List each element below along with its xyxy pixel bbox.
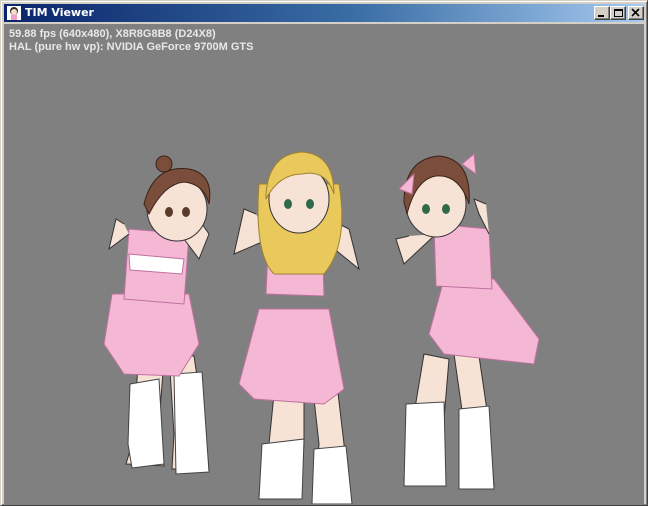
window-title: TIM Viewer xyxy=(25,6,94,19)
minimize-button[interactable] xyxy=(594,6,610,20)
maximize-button[interactable] xyxy=(610,6,626,20)
character-left xyxy=(103,155,211,475)
character-center xyxy=(233,151,360,504)
app-character-icon[interactable] xyxy=(6,5,22,21)
title-bar[interactable]: TIM Viewer xyxy=(4,4,644,22)
render-viewport[interactable]: 59.88 fps (640x480), X8R8G8B8 (D24X8) HA… xyxy=(4,24,644,504)
minimize-icon xyxy=(598,15,604,17)
close-button[interactable] xyxy=(628,6,644,20)
tim-viewer-window: TIM Viewer 59.88 fps (640x480), X8R8G8B8… xyxy=(0,0,648,506)
character-right xyxy=(395,153,540,490)
maximize-icon xyxy=(614,9,623,17)
device-info-readout: HAL (pure hw vp): NVIDIA GeForce 9700M G… xyxy=(9,41,254,53)
rendered-3d-scene xyxy=(103,151,540,504)
close-icon xyxy=(631,8,640,17)
fps-readout: 59.88 fps (640x480), X8R8G8B8 (D24X8) xyxy=(9,28,216,40)
